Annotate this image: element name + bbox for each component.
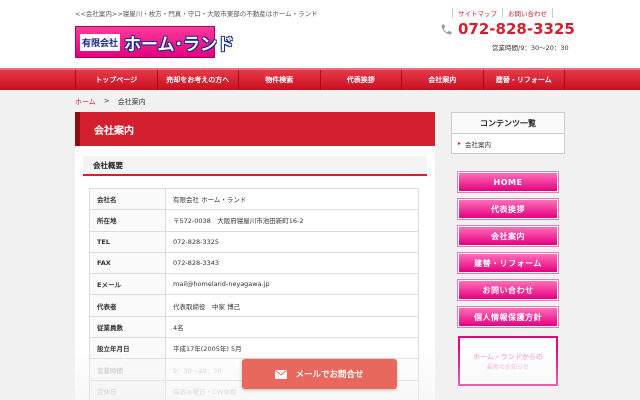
phone-number: 072-828-3325 [458, 20, 575, 38]
site-header: <<会社案内>>寝屋川・枚方・門真・守口・大阪市東部の不動産はホーム・ランド 有… [0, 0, 640, 68]
table-row: TEL 072-828-3325 [89, 230, 419, 253]
breadcrumb-current: 会社案内 [117, 98, 146, 106]
row-key: Eメール [89, 273, 166, 296]
row-value: 4名 [165, 315, 419, 339]
main-content: 会社案内 会社概要 会社名 有限会社 ホーム・ランド 所在地 〒572-0038 大… [75, 112, 435, 400]
phone-icon [441, 24, 452, 34]
mail-contact-button[interactable]: メールでお問合せ [242, 359, 397, 389]
row-key: 会社名 [89, 187, 166, 211]
contact-link[interactable]: お問い合わせ [502, 8, 553, 18]
row-value: 072-828-3325 [165, 230, 419, 253]
breadcrumb-separator: > [103, 97, 110, 105]
row-value: 〒572-0038 大阪府寝屋川市池田新町16-2 [165, 209, 419, 232]
sidebar-heading: コンテンツ一覧 [451, 112, 565, 134]
row-key: 所在地 [89, 209, 166, 232]
row-value: mail@homeland-neyagawa.jp [165, 273, 419, 296]
news-banner-line1: ホーム・ランドからの [473, 352, 543, 361]
nav-item-renovation[interactable]: 建替・リフォーム [482, 70, 565, 90]
row-key: 設立年月日 [89, 337, 166, 360]
breadcrumb: ホーム > 会社案内 [75, 97, 146, 107]
table-row: 所在地 〒572-0038 大阪府寝屋川市池田新町16-2 [89, 209, 419, 232]
table-row: FAX 072-828-3343 [89, 251, 419, 275]
nav-item-top[interactable]: トップページ [75, 70, 157, 90]
sitemap-link[interactable]: サイトマップ [452, 8, 502, 18]
nav-item-greeting[interactable]: 代表挨拶 [319, 70, 402, 90]
side-button-company[interactable]: 会社案内 [457, 225, 559, 247]
row-key: TEL [89, 230, 166, 253]
main-nav: トップページ 売却をお考えの方へ 物件検索 代表挨拶 会社案内 建替・リフォーム [0, 68, 640, 90]
news-banner-line2: 最新のお知らせ [487, 363, 529, 371]
page-title: 会社案内 [75, 112, 435, 146]
table-row: 代表者 代表取締役 中家 博己 [89, 294, 419, 317]
mail-icon [275, 369, 288, 379]
table-row: 従業員数 4名 [89, 315, 419, 339]
arrow-right-icon: ▸ [458, 140, 462, 147]
sidebar-item-label: 会社案内 [465, 140, 492, 149]
nav-item-company[interactable]: 会社案内 [401, 70, 483, 90]
side-button-greeting[interactable]: 代表挨拶 [457, 198, 559, 220]
row-key: 従業員数 [89, 315, 166, 339]
side-button-privacy[interactable]: 個人情報保護方針 [457, 306, 559, 328]
row-value: 有限会社 ホーム・ランド [165, 187, 419, 211]
table-row: Eメール mail@homeland-neyagawa.jp [89, 273, 419, 296]
news-banner[interactable]: ホーム・ランドからの 最新のお知らせ [458, 336, 558, 386]
site-logo[interactable]: 有限会社 ホーム･ランド [75, 26, 234, 58]
side-button-renovation[interactable]: 建替・リフォーム [457, 252, 559, 274]
logo-company-type: 有限会社 [80, 33, 121, 51]
table-row: 設立年月日 平成17年(2005年) 5月 [89, 337, 419, 360]
business-hours: 営業時間/9：30〜20：30 [492, 44, 569, 52]
row-value: 072-828-3343 [165, 251, 419, 275]
mail-button-label: メールでお問合せ [295, 370, 364, 380]
header-top-links: サイトマップ お問い合わせ [452, 8, 553, 18]
side-button-home[interactable]: HOME [457, 171, 559, 193]
row-key: 営業時間 [89, 358, 166, 381]
nav-item-selling[interactable]: 売却をお考えの方へ [156, 70, 239, 90]
sidebar-contents: コンテンツ一覧 ▸ 会社案内 [451, 112, 565, 154]
header-phone[interactable]: 072-828-3325 [440, 20, 575, 38]
row-key: 代表者 [89, 294, 166, 317]
logo-company-name: ホーム･ランド [124, 34, 235, 55]
breadcrumb-home[interactable]: ホーム [75, 97, 96, 107]
sidebar-item-company[interactable]: ▸ 会社案内 [451, 134, 565, 154]
side-button-contact[interactable]: お問い合わせ [457, 279, 559, 301]
table-row: 会社名 有限会社 ホーム・ランド [89, 187, 419, 211]
nav-item-property-search[interactable]: 物件検索 [238, 70, 320, 90]
row-value: 代表取締役 中家 博己 [165, 294, 419, 317]
header-tagline: <<会社案内>>寝屋川・枚方・門真・守口・大阪市東部の不動産はホーム・ランド [75, 10, 318, 18]
row-value: 平成17年(2005年) 5月 [165, 337, 419, 360]
row-key: FAX [89, 251, 166, 275]
section-title: 会社概要 [83, 156, 427, 176]
row-key: 定休日 [89, 379, 166, 400]
